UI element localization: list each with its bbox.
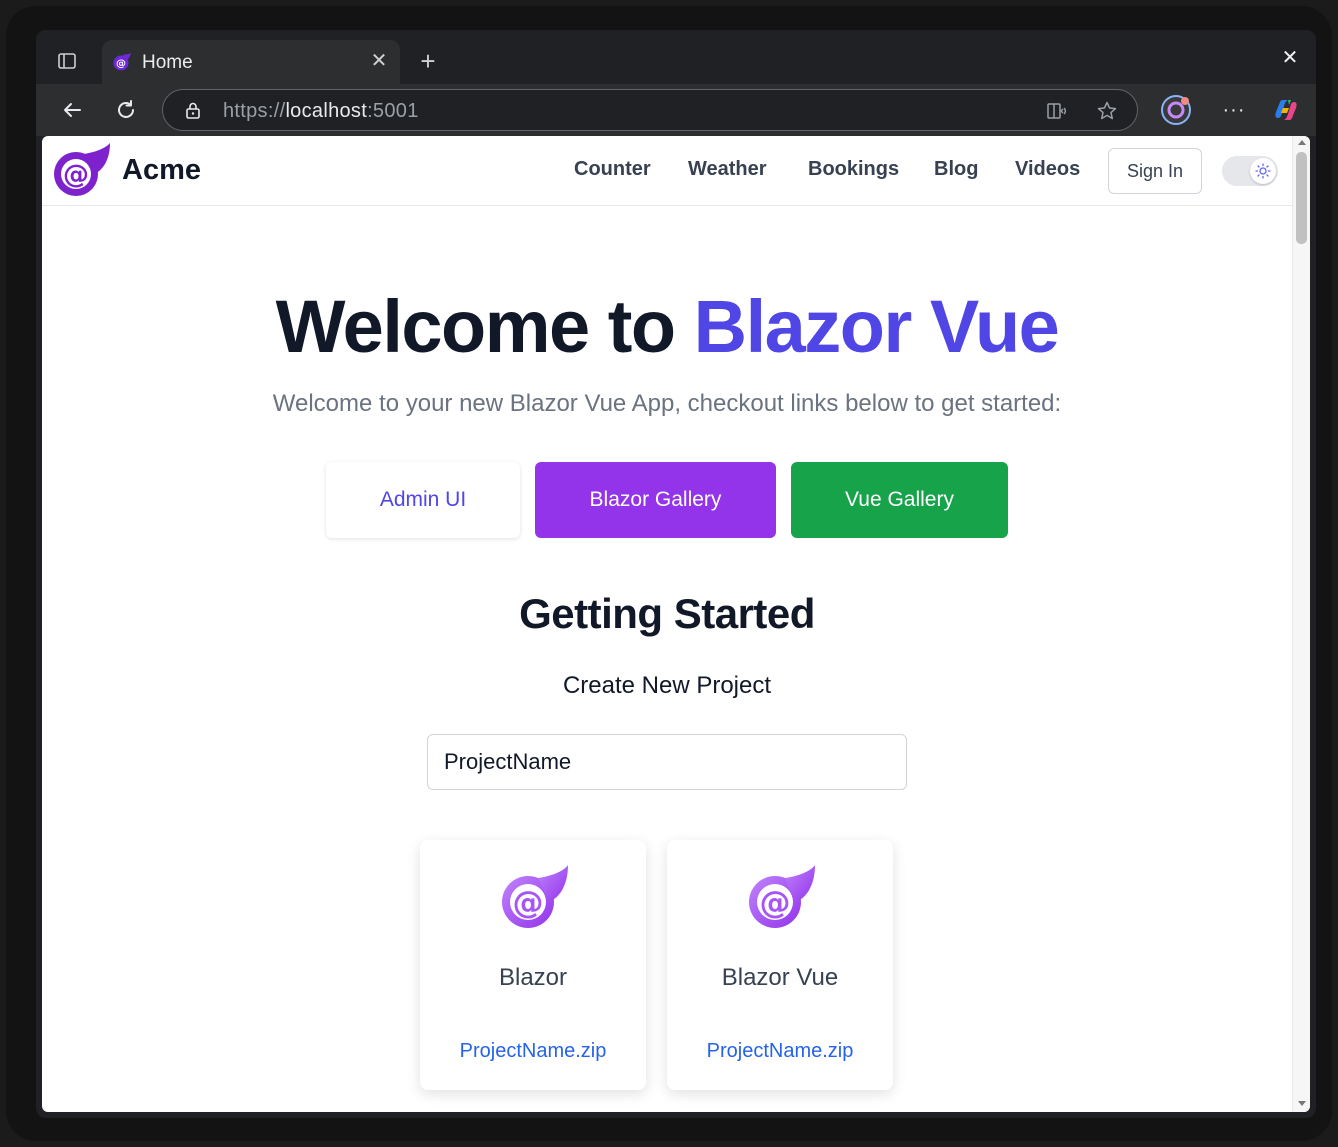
- back-arrow-icon: [64, 103, 81, 117]
- back-button[interactable]: [56, 94, 88, 126]
- admin-ui-button[interactable]: Admin UI: [326, 462, 520, 538]
- template-card-blazor-vue[interactable]: @ Blazor Vue ProjectName.zip: [667, 840, 893, 1090]
- browser-toolbar: https://localhost:5001 ···: [36, 84, 1316, 136]
- svg-text:@: @: [116, 59, 126, 70]
- address-bar[interactable]: https://localhost:5001: [162, 89, 1138, 131]
- tab-actions-icon: [58, 53, 76, 69]
- download-link[interactable]: ProjectName.zip: [667, 1040, 893, 1063]
- url-text: https://localhost:5001: [223, 100, 419, 123]
- blazor-logo-icon: @: [749, 865, 815, 928]
- site-header: @ Acme Counter Weather Bookings Blog Vid…: [42, 136, 1292, 206]
- profile-button[interactable]: [1160, 94, 1192, 126]
- nav-blog[interactable]: Blog: [934, 158, 978, 181]
- svg-text:@: @: [760, 885, 791, 921]
- template-title: Blazor Vue: [721, 964, 839, 991]
- page-scrollbar[interactable]: [1292, 136, 1310, 1112]
- toggle-knob: [1250, 158, 1276, 184]
- scroll-up-arrow-icon[interactable]: [1298, 140, 1306, 145]
- url-scheme: https://: [223, 100, 286, 122]
- page-content: @ Acme Counter Weather Bookings Blog Vid…: [42, 136, 1292, 1112]
- nav-counter[interactable]: Counter: [574, 158, 651, 181]
- url-port: :5001: [367, 100, 419, 122]
- vue-gallery-button[interactable]: Vue Gallery: [791, 462, 1008, 538]
- tab-home[interactable]: @ Home ✕: [102, 40, 400, 84]
- more-options-button[interactable]: ···: [1218, 94, 1250, 126]
- tab-title: Home: [142, 52, 193, 73]
- blazor-logo-icon[interactable]: @: [50, 142, 112, 198]
- device-frame: @ Home ✕ + ✕ https://localhost:5001 ··· …: [6, 6, 1332, 1141]
- scroll-down-arrow-icon[interactable]: [1298, 1101, 1306, 1106]
- nav-videos[interactable]: Videos: [1015, 158, 1080, 181]
- create-project-label: Create New Project: [562, 672, 772, 699]
- getting-started-title: Getting Started: [519, 590, 815, 637]
- hero-title-main: Welcome to: [275, 285, 694, 368]
- brand-name[interactable]: Acme: [122, 154, 201, 187]
- template-card-blazor[interactable]: @ Blazor ProjectName.zip: [420, 840, 646, 1090]
- scrollbar-thumb[interactable]: [1296, 152, 1307, 244]
- nav-weather[interactable]: Weather: [688, 158, 767, 181]
- sign-in-button[interactable]: Sign In: [1108, 148, 1202, 194]
- favorite-star-icon[interactable]: [1095, 99, 1119, 123]
- browser-window: @ Home ✕ + ✕ https://localhost:5001 ··· …: [36, 30, 1316, 1118]
- window-close-icon[interactable]: ✕: [1278, 46, 1302, 70]
- profile-avatar-icon: [1161, 95, 1191, 125]
- reload-button[interactable]: [110, 94, 142, 126]
- tab-strip: @ Home ✕ + ✕: [36, 30, 1316, 84]
- tab-close-icon[interactable]: ✕: [368, 50, 390, 72]
- svg-text:@: @: [513, 885, 544, 921]
- copilot-icon: [1275, 100, 1297, 120]
- project-name-input[interactable]: [427, 734, 907, 790]
- blazor-favicon-icon: @: [113, 53, 131, 71]
- tab-actions-button[interactable]: [48, 48, 86, 74]
- hero-title-accent: Blazor Vue: [693, 285, 1060, 368]
- blazor-gallery-button[interactable]: Blazor Gallery: [535, 462, 776, 538]
- blazor-logo-icon: @: [502, 865, 568, 928]
- nav-bookings[interactable]: Bookings: [808, 158, 899, 181]
- more-dots-icon: ···: [1222, 98, 1246, 121]
- svg-text:@: @: [63, 160, 89, 190]
- new-tab-button[interactable]: +: [414, 48, 442, 76]
- reload-icon: [118, 100, 134, 118]
- page-viewport: @ Acme Counter Weather Bookings Blog Vid…: [42, 136, 1310, 1112]
- immersive-reader-icon[interactable]: [1045, 99, 1069, 123]
- hero-subtitle: Welcome to your new Blazor Vue App, chec…: [272, 390, 1062, 417]
- download-link[interactable]: ProjectName.zip: [420, 1040, 646, 1063]
- sun-icon: [1255, 163, 1271, 179]
- dark-mode-toggle[interactable]: [1222, 156, 1278, 186]
- hero-title: Welcome to Blazor Vue: [42, 284, 1292, 369]
- copilot-button[interactable]: [1270, 94, 1302, 126]
- template-title: Blazor: [498, 964, 568, 991]
- url-host: localhost: [285, 100, 368, 122]
- lock-icon[interactable]: [183, 100, 203, 120]
